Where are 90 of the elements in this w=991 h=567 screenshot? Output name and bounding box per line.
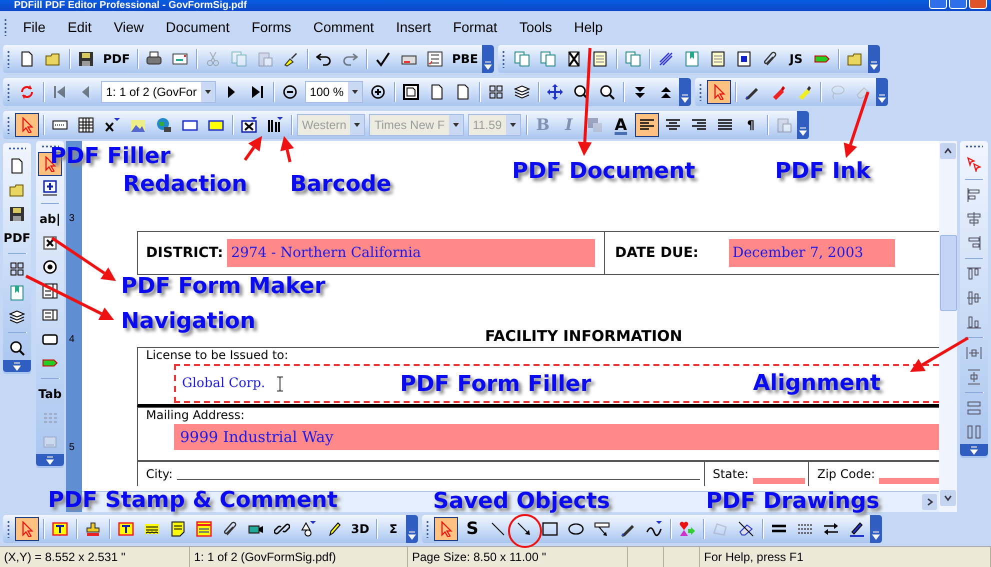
overflow-icon[interactable] xyxy=(796,110,809,138)
caret-icon xyxy=(448,114,463,134)
callout-label: PDF Drawings xyxy=(706,489,880,515)
menu-item[interactable]: Format xyxy=(440,16,508,36)
menu-item[interactable]: Forms xyxy=(240,16,302,36)
overflow-icon[interactable] xyxy=(3,360,31,372)
menu-item[interactable]: Insert xyxy=(384,16,441,36)
ruler-number: 4 xyxy=(68,334,76,346)
minimize-icon[interactable] xyxy=(929,0,947,9)
caret-icon xyxy=(200,82,215,102)
text-cursor-icon xyxy=(277,376,284,392)
text-field[interactable] xyxy=(752,478,805,484)
toolbar-button[interactable]: ¶ xyxy=(738,112,763,136)
toolbar-button[interactable]: S xyxy=(460,517,484,541)
ruler-number: 3 xyxy=(68,213,76,225)
pointer-icon[interactable] xyxy=(706,80,731,104)
overflow-icon[interactable] xyxy=(482,44,494,72)
dropdown[interactable]: 100 % xyxy=(304,80,363,102)
vertical-scrollbar[interactable] xyxy=(939,141,957,512)
callout-label: Navigation xyxy=(121,309,256,335)
dropdown[interactable]: 1: 1 of 2 (GovFor xyxy=(101,80,216,102)
toolbar-button[interactable]: JS xyxy=(784,46,808,70)
close-icon[interactable] xyxy=(969,0,987,9)
overflow-icon[interactable] xyxy=(960,444,988,456)
field-label: DISTRICT: xyxy=(146,245,224,261)
callout-label: Barcode xyxy=(290,172,392,198)
arrow xyxy=(280,136,294,162)
status-text: 1: 1 of 2 (GovFormSig.pdf) xyxy=(190,547,408,567)
overflow-icon[interactable] xyxy=(36,454,64,466)
status-text: (X,Y) = 8.552 x 2.531 " xyxy=(0,547,190,567)
callout-label: PDF Form Filler xyxy=(400,372,592,398)
scroll-down-icon[interactable] xyxy=(940,490,956,506)
text-field[interactable]: 9999 Industrial Way xyxy=(174,424,939,450)
caret-icon xyxy=(506,114,520,134)
caret-icon xyxy=(350,114,364,134)
callout-label: PDF Ink xyxy=(775,159,871,185)
window-title: PDFill PDF Editor Professional - GovFormSig.pdf xyxy=(13,0,247,11)
scroll-up-icon[interactable] xyxy=(940,143,956,159)
arrow xyxy=(910,336,969,372)
field-label: State: xyxy=(712,467,749,481)
arrow xyxy=(244,136,262,161)
toolbar-button[interactable]: Tab xyxy=(35,382,65,406)
field-label: City: xyxy=(145,467,173,481)
callout-label: PDF Document xyxy=(512,159,696,185)
text-field[interactable]: December 7, 2003 xyxy=(728,239,895,267)
overflow-icon[interactable] xyxy=(868,44,880,72)
toolbar-button[interactable]: A xyxy=(608,112,633,136)
align-left-icon[interactable] xyxy=(634,112,659,136)
pointer-icon[interactable] xyxy=(434,517,458,541)
field-label: Mailing Address: xyxy=(145,408,246,422)
highlight-circle xyxy=(508,514,542,548)
callout-label: PDF Form Maker xyxy=(121,274,326,300)
field-label: Zip Code: xyxy=(816,467,875,481)
section-heading: FACILITY INFORMATION xyxy=(485,327,682,345)
menu-item[interactable]: Help xyxy=(562,16,613,36)
overflow-icon[interactable] xyxy=(870,515,882,543)
toolbar-button[interactable]: Σ xyxy=(381,517,406,541)
callout-label: Saved Objects xyxy=(433,489,610,515)
menu-item[interactable]: Comment xyxy=(301,16,384,36)
status-text: Page Size: 8.50 x 11.00 " xyxy=(408,547,628,567)
overflow-icon[interactable] xyxy=(678,78,691,106)
ruler-number: 5 xyxy=(68,442,76,454)
toolbar-button[interactable]: ab| xyxy=(36,207,64,231)
scroll-thumb[interactable] xyxy=(940,235,956,311)
maximize-icon[interactable] xyxy=(949,0,967,9)
field-label: DATE DUE: xyxy=(615,245,699,261)
pointer-icon[interactable] xyxy=(15,517,39,541)
field-label: License to be Issued to: xyxy=(145,348,290,362)
toolbar-button[interactable]: 3D xyxy=(348,517,372,541)
callout-label: PDF Stamp & Comment xyxy=(48,488,338,514)
toolbar-button[interactable]: PDF xyxy=(100,46,133,70)
arrow xyxy=(51,236,116,281)
menu-item[interactable]: View xyxy=(102,16,154,36)
text-field[interactable]: 2974 - Northern California xyxy=(227,239,596,267)
menu-item[interactable]: File xyxy=(11,16,56,36)
status-text: For Help, press F1 xyxy=(700,547,991,567)
menu-item[interactable]: Document xyxy=(154,16,240,36)
arrow xyxy=(844,92,870,158)
pointer-icon[interactable] xyxy=(15,112,39,136)
toolbar-button[interactable]: PDF xyxy=(0,226,34,250)
toolbar-button[interactable]: PBE xyxy=(448,46,482,70)
overflow-icon[interactable] xyxy=(876,78,888,106)
caret-icon xyxy=(348,82,362,102)
callout-label: Redaction xyxy=(123,172,248,198)
overflow-icon[interactable] xyxy=(406,515,418,543)
text-field[interactable] xyxy=(879,478,939,484)
menu-item[interactable]: Tools xyxy=(507,16,562,36)
menu-item[interactable]: Edit xyxy=(56,16,102,36)
scroll-right-icon[interactable] xyxy=(922,494,937,510)
callout-label: Alignment xyxy=(753,371,881,397)
